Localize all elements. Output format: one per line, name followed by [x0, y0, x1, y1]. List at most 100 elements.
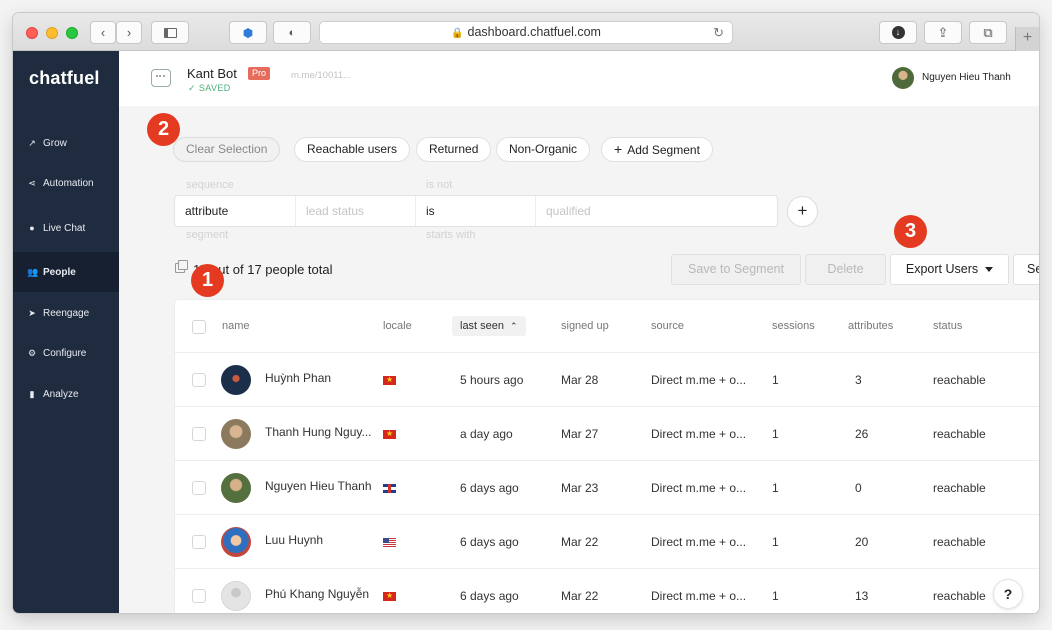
cell-source: Direct m.me + o... [651, 427, 747, 441]
avatar [221, 419, 251, 449]
table-row[interactable]: Phú Khang Nguyễn 6 days ago Mar 22 Direc… [175, 568, 1039, 613]
cell-status: reachable [933, 481, 986, 495]
reload-icon[interactable]: ↻ [713, 22, 724, 43]
sidebar: chatfuel ↗ Grow ⋖ Automation ● Live Chat 👥 P… [13, 51, 119, 613]
cell-last-seen: 5 hours ago [460, 373, 524, 387]
tabs-overview-button[interactable]: ⧉ [969, 21, 1007, 44]
chat-bubble-icon: ● [29, 223, 35, 233]
sidebar-item-analyze[interactable]: ▮ Analyze [13, 374, 119, 414]
back-button[interactable]: ‹ [90, 21, 116, 44]
column-last-seen[interactable]: last seen ⌃ [452, 316, 526, 336]
filter-attribute-input[interactable]: lead status [295, 196, 415, 226]
minimize-window-button[interactable] [46, 27, 58, 39]
address-bar[interactable]: 🔒 dashboard.chatfuel.com ↻ [319, 21, 733, 44]
share-button[interactable]: ⇪ [924, 21, 962, 44]
filter-option-ghost: segment [186, 229, 229, 241]
clear-selection-button[interactable]: Clear Selection [173, 137, 281, 162]
cell-sessions: 1 [772, 427, 779, 441]
cell-name: Thanh Hung Nguy... [265, 425, 372, 439]
cell-source: Direct m.me + o... [651, 535, 747, 549]
sidebar-item-live-chat[interactable]: ● Live Chat [13, 208, 119, 248]
row-checkbox[interactable] [192, 481, 206, 495]
chevron-up-icon: ⌃ [510, 321, 518, 331]
row-checkbox[interactable] [192, 535, 206, 549]
sidebar-item-configure[interactable]: ⚙ Configure [13, 333, 119, 373]
sidebar-item-automation[interactable]: ⋖ Automation [13, 163, 119, 203]
table-row[interactable]: Luu Huynh 6 days ago Mar 22 Direct m.me … [175, 514, 1039, 568]
sidebar-item-label: Automation [43, 177, 94, 189]
cell-name: Nguyen Hieu Thanh [265, 479, 372, 493]
saved-status: ✓ SAVED [188, 83, 231, 93]
row-checkbox[interactable] [192, 589, 206, 603]
filter-value-input[interactable]: qualified [535, 196, 777, 226]
cell-name: Luu Huynh [265, 533, 324, 547]
copy-icon[interactable] [175, 260, 188, 273]
chatfuel-logo[interactable]: chatfuel [29, 68, 100, 89]
row-checkbox[interactable] [192, 373, 206, 387]
filter-type-select[interactable]: attribute [175, 196, 295, 226]
cell-signed-up: Mar 22 [561, 589, 599, 603]
export-users-button[interactable]: Export Users [890, 254, 1009, 285]
zoom-window-button[interactable] [66, 27, 78, 39]
cell-signed-up: Mar 27 [561, 427, 599, 441]
column-name[interactable]: name [222, 300, 250, 352]
column-source[interactable]: source [651, 300, 684, 352]
cell-source: Direct m.me + o... [651, 481, 747, 495]
chevron-right-icon: › [126, 25, 132, 40]
avatar [221, 473, 251, 503]
user-name[interactable]: Nguyen Hieu Thanh [922, 72, 1011, 83]
avatar [221, 527, 251, 557]
gear-icon: ⚙ [27, 347, 37, 358]
hexagon-extension-icon: ⬢ [242, 25, 254, 40]
column-status[interactable]: status [933, 300, 962, 352]
bot-link[interactable]: m.me/10011... [291, 70, 351, 81]
table-row[interactable]: Huỳnh Phan 5 hours ago Mar 28 Direct m.m… [175, 352, 1039, 406]
column-sessions[interactable]: sessions [772, 300, 815, 352]
uk-flag-icon [383, 484, 396, 493]
cell-attributes: 26 [855, 427, 869, 441]
column-locale[interactable]: locale [383, 300, 412, 352]
filter-operator-select[interactable]: is [415, 196, 535, 226]
annotation-badge-2: 2 [147, 113, 180, 146]
share-nodes-icon: ⋖ [28, 177, 36, 188]
plus-icon: + [614, 141, 623, 157]
extension-button[interactable]: ⬢ [229, 21, 267, 44]
sidebar-toggle-button[interactable] [151, 21, 189, 44]
add-segment-button[interactable]: + Add Segment [601, 137, 713, 162]
sidebar-item-grow[interactable]: ↗ Grow [13, 123, 119, 163]
downloads-button[interactable]: ↓ [879, 21, 917, 44]
row-checkbox[interactable] [192, 427, 206, 441]
page-header: Kant Bot Pro ✓ SAVED m.me/10011... Nguye… [119, 51, 1039, 106]
close-window-button[interactable] [26, 27, 38, 39]
cell-last-seen: 6 days ago [460, 481, 519, 495]
people-icon: 👥 [27, 266, 39, 277]
column-attributes[interactable]: attributes [848, 300, 893, 352]
filter-option-ghost: sequence [186, 179, 234, 191]
column-signed-up[interactable]: signed up [561, 300, 609, 352]
sidebar-item-people[interactable]: 👥 People [13, 252, 119, 292]
delete-button[interactable]: Delete [805, 254, 886, 285]
help-button[interactable]: ? [993, 579, 1023, 609]
sidebar-item-label: Grow [43, 137, 67, 149]
segment-chip-returned[interactable]: Returned [416, 137, 492, 162]
table-row[interactable]: Nguyen Hieu Thanh 6 days ago Mar 23 Dire… [175, 460, 1039, 514]
add-filter-button[interactable]: + [787, 196, 818, 227]
table-row[interactable]: Thanh Hung Nguy... a day ago Mar 27 Dire… [175, 406, 1039, 460]
select-all-checkbox[interactable] [192, 320, 206, 334]
sidebar-item-reengage[interactable]: ➤ Reengage [13, 293, 119, 333]
cell-sessions: 1 [772, 535, 779, 549]
segment-chip-reachable-users[interactable]: Reachable users [294, 137, 411, 162]
save-to-segment-button[interactable]: Save to Segment [671, 254, 801, 285]
privacy-shield-button[interactable]: ◐ [273, 21, 311, 44]
new-tab-button[interactable]: + [1015, 27, 1039, 51]
cell-sessions: 1 [772, 373, 779, 387]
vietnam-flag-icon [383, 589, 396, 603]
send-button-truncated[interactable]: Se [1013, 254, 1039, 285]
avatar [221, 581, 251, 611]
filter-option-ghost: is not [426, 179, 453, 191]
user-avatar[interactable] [892, 67, 914, 89]
forward-button[interactable]: › [116, 21, 142, 44]
bot-icon [151, 69, 171, 87]
bot-name[interactable]: Kant Bot [187, 66, 237, 81]
segment-chip-non-organic[interactable]: Non-Organic [496, 137, 591, 162]
